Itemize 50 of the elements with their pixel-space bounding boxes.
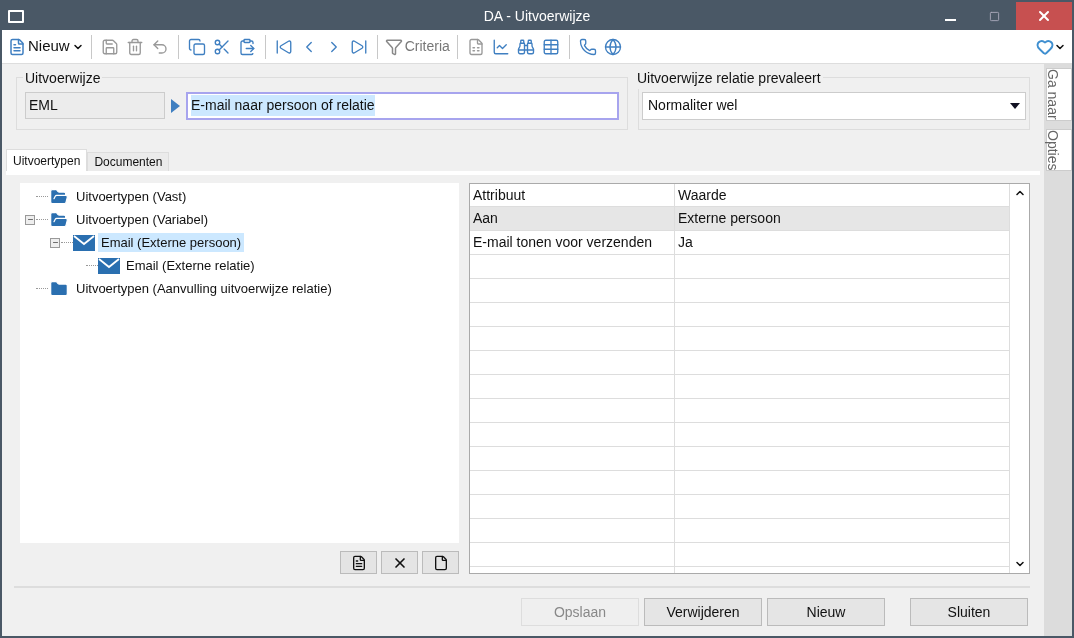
description-field[interactable]: E-mail naar persoon of relatie [186, 91, 619, 120]
code-field: EML [25, 92, 165, 119]
table-row[interactable]: E-mail tonen voor verzenden Ja [470, 231, 1009, 255]
details-button[interactable] [340, 551, 377, 574]
tree-item[interactable]: Email (Externe persoon) [98, 232, 245, 253]
action-button[interactable]: Sluiten [910, 598, 1028, 626]
close-icon [1036, 8, 1052, 24]
table-cell: Aan [470, 207, 675, 230]
blank-page-icon [432, 554, 449, 571]
app-icon [8, 9, 24, 23]
minus-icon [26, 216, 34, 223]
maximize-icon [987, 10, 1001, 22]
table-cell-text: Externe persoon [677, 209, 782, 228]
action-button[interactable]: Verwijderen [644, 598, 762, 626]
column-header: Attribuut [470, 184, 675, 206]
envelope-icon [98, 257, 120, 274]
collapse-toggle[interactable] [50, 237, 60, 248]
table-cell-text: Ja [677, 233, 694, 252]
tree-item[interactable]: Email (Externe relatie) [123, 255, 258, 276]
tree-item[interactable]: Uitvoertypen (Aanvulling uitvoerwijze relatie) [73, 278, 335, 299]
heart-icon [1036, 37, 1054, 56]
folder-icon [48, 209, 70, 230]
arrow-icon [171, 98, 180, 113]
document-icon [350, 554, 367, 571]
tab[interactable]: Documenten [87, 152, 170, 171]
new-item-button[interactable] [422, 551, 459, 574]
window-title: DA - Uitvoerwijze [483, 6, 591, 26]
filter-icon [384, 37, 403, 56]
collapse-toggle[interactable] [25, 214, 35, 225]
tab[interactable]: Uitvoertypen [6, 149, 88, 171]
side-tab[interactable]: Opties [1046, 128, 1072, 172]
envelope-icon [73, 234, 95, 251]
document-icon [8, 37, 26, 56]
new-button[interactable]: Nieuw [8, 35, 84, 58]
tree-item[interactable]: Uitvoertypen (Variabel) [73, 209, 211, 230]
table-cell: E-mail tonen voor verzenden [470, 231, 675, 254]
favorites-button[interactable] [1036, 37, 1066, 56]
criteria-button[interactable]: Criteria [384, 36, 450, 57]
prevail-dropdown[interactable]: Normaliter wel [642, 91, 1026, 120]
delete-button[interactable] [381, 551, 418, 574]
close-button[interactable] [1016, 2, 1072, 30]
folder-icon [48, 186, 70, 207]
table-row[interactable]: Aan Externe persoon [470, 207, 1009, 231]
minus-icon [51, 239, 59, 246]
minimize-icon [944, 19, 956, 21]
action-button[interactable]: Nieuw [767, 598, 885, 626]
tree-item[interactable]: Uitvoertypen (Vast) [73, 186, 190, 207]
caret-icon [1010, 102, 1020, 109]
column-header: Waarde [677, 185, 728, 205]
side-tab[interactable]: Ga naar [1046, 68, 1072, 121]
